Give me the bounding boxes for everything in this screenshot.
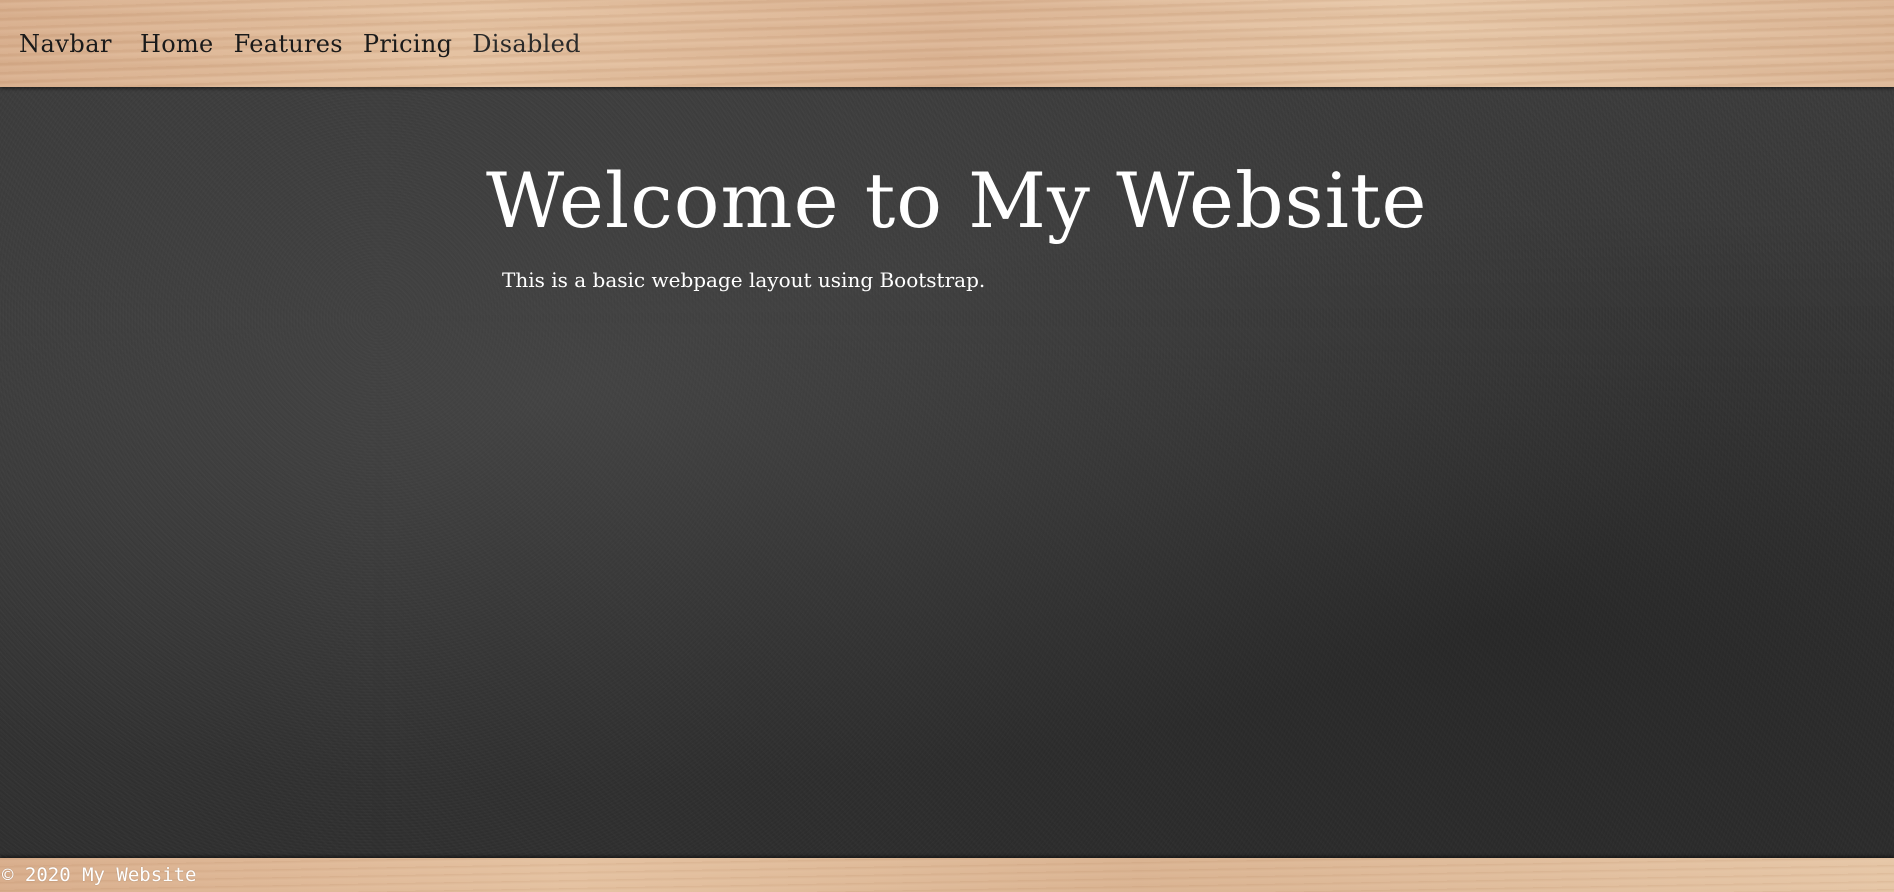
footer-copyright: © 2020 My Website bbox=[2, 864, 197, 886]
navbar-brand[interactable]: Navbar bbox=[19, 30, 112, 58]
nav-link-features[interactable]: Features bbox=[234, 30, 343, 58]
nav-links: Home Features Pricing Disabled bbox=[140, 30, 601, 58]
hero-text: This is a basic webpage layout using Boo… bbox=[502, 268, 986, 293]
nav-link-pricing[interactable]: Pricing bbox=[363, 30, 452, 58]
navbar: Navbar Home Features Pricing Disabled bbox=[0, 0, 1894, 87]
nav-link-disabled: Disabled bbox=[472, 29, 581, 58]
jumbotron: Welcome to My Website This is a basic we… bbox=[486, 155, 1466, 292]
hero-title: Welcome to My Website bbox=[486, 156, 1428, 245]
footer: © 2020 My Website bbox=[0, 858, 1894, 892]
main-content: Welcome to My Website This is a basic we… bbox=[0, 87, 1894, 858]
nav-link-home[interactable]: Home bbox=[140, 30, 214, 58]
